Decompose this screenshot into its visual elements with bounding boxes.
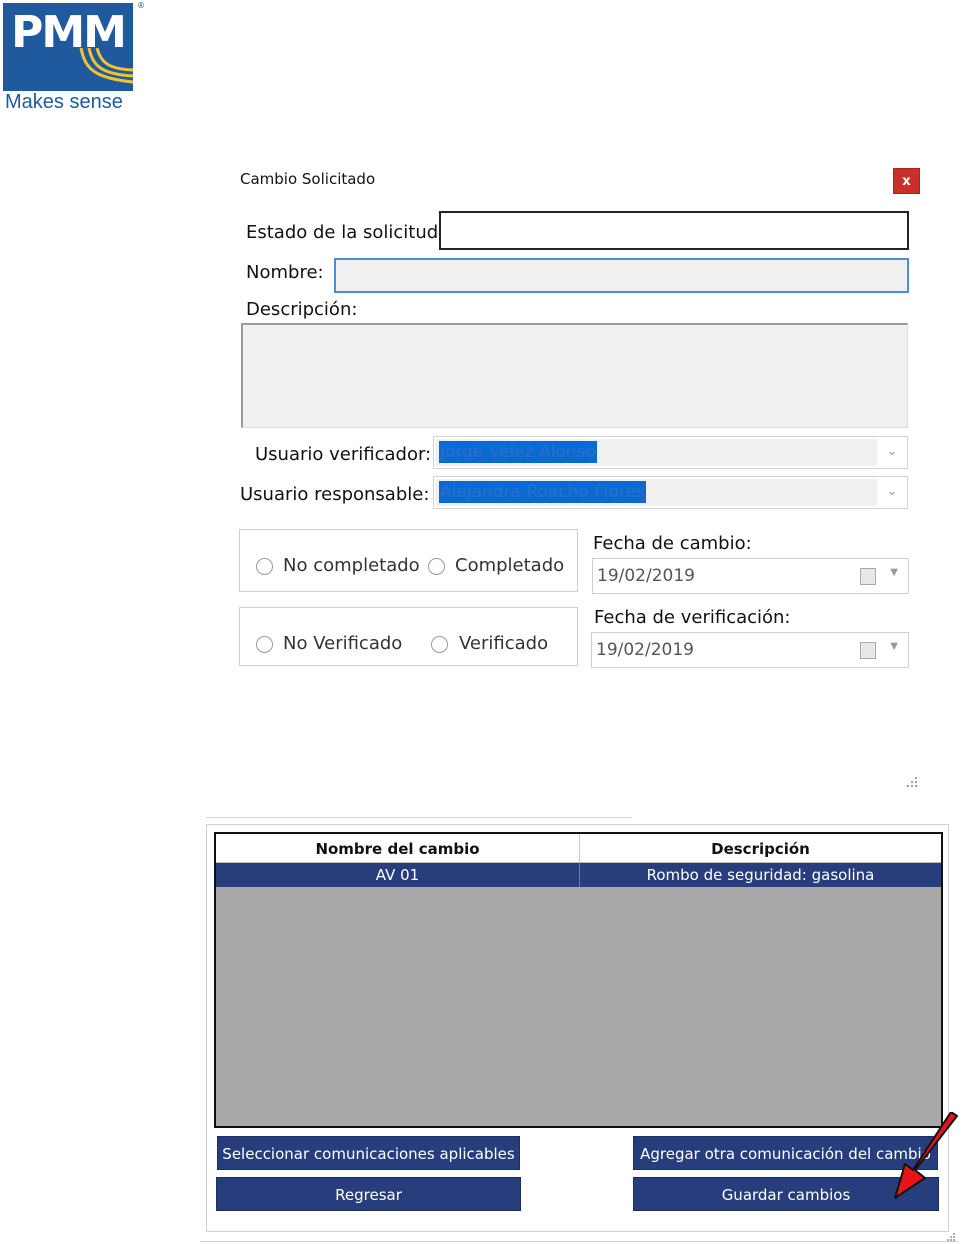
dialog-title: Cambio Solicitado xyxy=(240,170,376,188)
annotation-arrow-icon xyxy=(894,1112,958,1199)
estado-label: Estado de la solicitud: xyxy=(246,222,445,243)
verificador-select[interactable]: Jorge Velez Alonso ⌄ xyxy=(433,436,908,469)
descripcion-label: Descripción: xyxy=(246,299,358,320)
seleccionar-comunicaciones-button[interactable]: Seleccionar comunicaciones aplicables xyxy=(217,1136,520,1170)
table-row[interactable]: AV 01 Rombo de seguridad: gasolina xyxy=(216,863,941,887)
fecha-verificacion-picker[interactable]: 19/02/2019 ▼ xyxy=(591,632,909,668)
radio-verificado[interactable] xyxy=(431,636,448,653)
fecha-verificacion-value: 19/02/2019 xyxy=(596,640,694,660)
radio-label-completado: Completado xyxy=(455,555,565,576)
radio-label-no-completado: No completado xyxy=(283,555,420,576)
cell-descripcion: Rombo de seguridad: gasolina xyxy=(646,866,875,884)
radio-label-verificado: Verificado xyxy=(459,633,549,654)
dropdown-arrow-icon: ▼ xyxy=(890,567,898,578)
chevron-down-icon: ⌄ xyxy=(886,444,898,459)
registered-mark: ® xyxy=(137,1,145,10)
dropdown-arrow-icon: ▼ xyxy=(890,641,898,652)
fecha-verificacion-label: Fecha de verificación: xyxy=(594,607,791,628)
pmm-logo: PMM ® Makes sense xyxy=(3,1,145,113)
close-button[interactable]: x xyxy=(893,168,920,194)
verificador-value: Jorge Velez Alonso xyxy=(439,441,597,463)
calendar-icon xyxy=(860,642,876,659)
resize-grip-icon[interactable] xyxy=(903,773,921,791)
fecha-cambio-label: Fecha de cambio: xyxy=(593,533,752,554)
verificacion-radio-group: No Verificado Verificado xyxy=(239,607,578,666)
descripcion-textarea[interactable] xyxy=(241,323,908,428)
radio-completado[interactable] xyxy=(428,558,445,575)
radio-label-no-verificado: No Verificado xyxy=(283,633,403,654)
calendar-icon xyxy=(860,568,876,585)
nombre-input[interactable] xyxy=(334,258,909,293)
column-header-nombre[interactable]: Nombre del cambio xyxy=(216,834,580,862)
radio-no-verificado[interactable] xyxy=(256,636,273,653)
logo-tagline: Makes sense xyxy=(5,91,123,113)
regresar-button[interactable]: Regresar xyxy=(216,1177,521,1211)
estado-input[interactable] xyxy=(439,211,909,250)
logo-mark: PMM xyxy=(3,3,133,91)
nombre-label: Nombre: xyxy=(246,262,324,283)
responsable-value: Alejandra Roacho Flores xyxy=(439,481,646,503)
grid-header: Nombre del cambio Descripción xyxy=(216,834,941,863)
radio-no-completado[interactable] xyxy=(256,558,273,575)
verificador-label: Usuario verificador: xyxy=(255,444,432,465)
fecha-cambio-value: 19/02/2019 xyxy=(597,566,695,586)
chevron-down-icon: ⌄ xyxy=(886,484,898,499)
cell-nombre: AV 01 xyxy=(216,863,580,887)
responsable-label: Usuario responsable: xyxy=(240,484,430,505)
bottom-divider xyxy=(200,1241,958,1242)
fecha-cambio-picker[interactable]: 19/02/2019 ▼ xyxy=(592,558,909,594)
changes-grid[interactable]: Nombre del cambio Descripción AV 01 Romb… xyxy=(214,832,943,1128)
logo-stripes-icon xyxy=(79,48,133,84)
column-header-descripcion[interactable]: Descripción xyxy=(580,834,941,862)
estado-radio-group: No completado Completado xyxy=(239,529,578,592)
responsable-select[interactable]: Alejandra Roacho Flores ⌄ xyxy=(433,476,908,509)
